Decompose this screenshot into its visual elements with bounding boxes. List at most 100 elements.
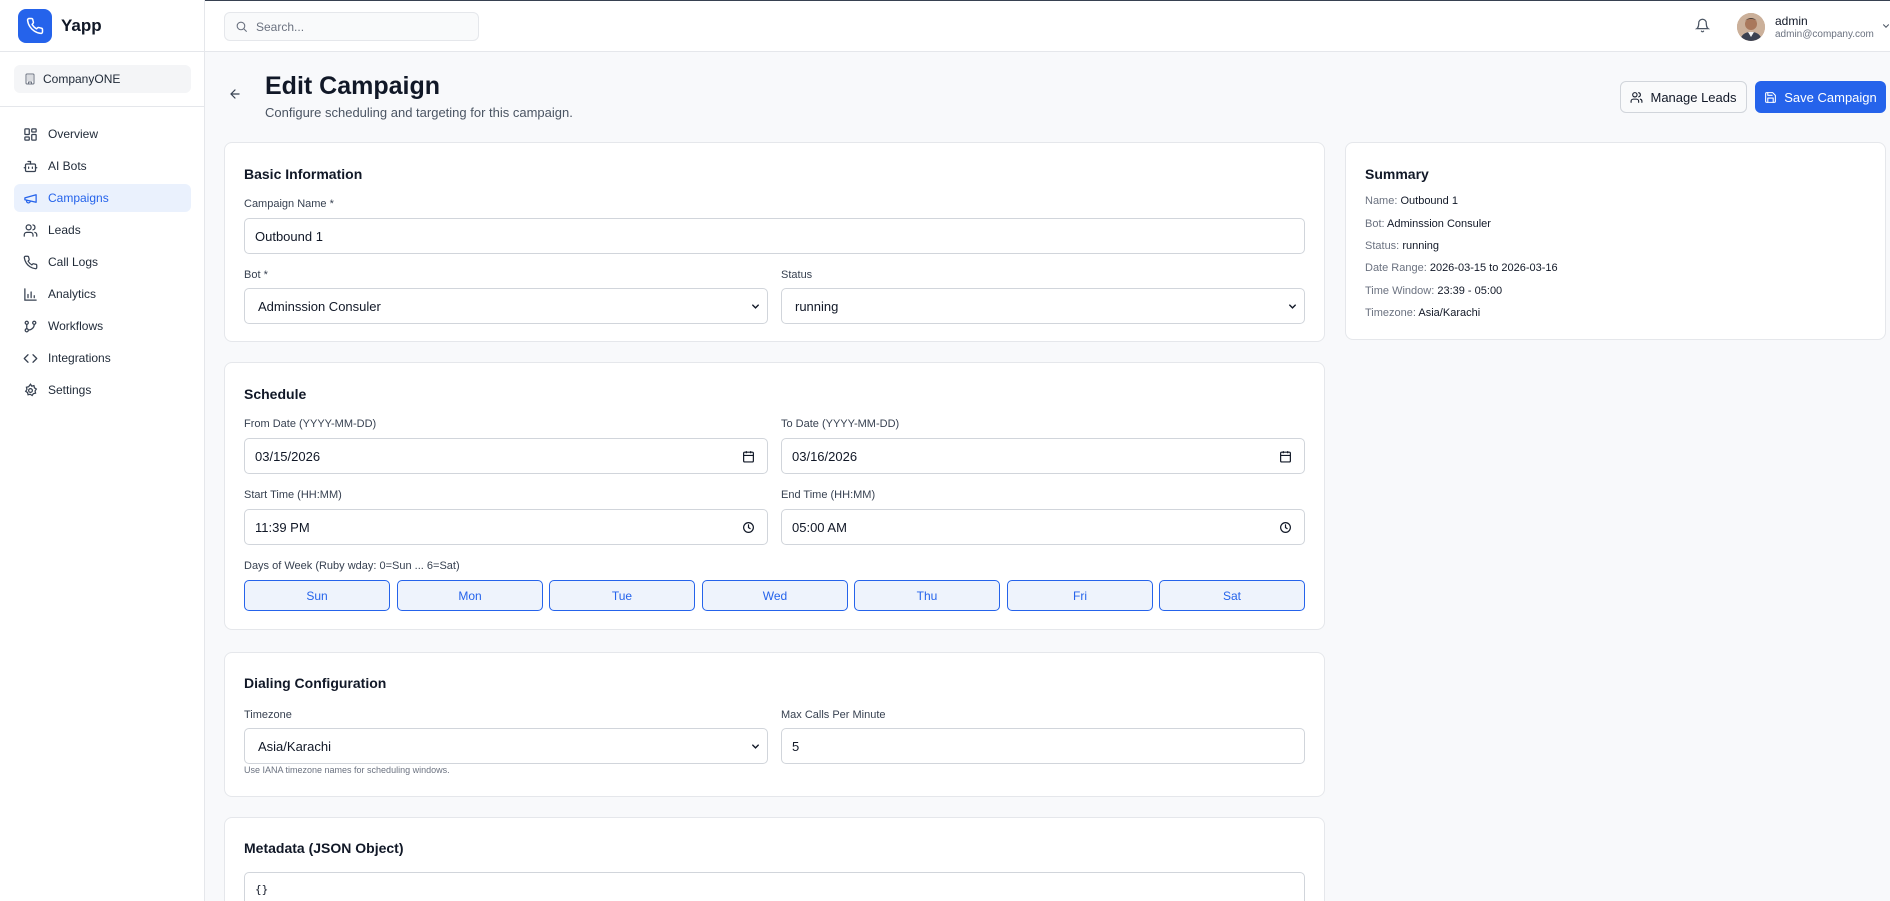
status-label: Status [781,269,813,281]
sidebar-item-label: Overview [48,127,99,141]
calendar-icon[interactable] [742,450,755,463]
sidebar-item-ai-bots[interactable]: AI Bots [14,152,191,180]
arrow-left-icon[interactable] [228,87,242,101]
megaphone-icon [23,191,38,206]
start-time-value: 11:39 PM [255,519,310,535]
brand-name: Yapp [61,16,102,35]
from-date-value: 03/15/2026 [255,448,321,464]
status-select[interactable]: running [781,288,1305,324]
sidebar-item-call-logs[interactable]: Call Logs [14,248,191,276]
sidebar-item-settings[interactable]: Settings [14,376,191,404]
campaign-name-value: Outbound 1 [255,228,323,244]
campaign-name-label: Campaign Name * [244,198,334,210]
card-title: Dialing Configuration [244,675,387,691]
from-date-input[interactable]: 03/15/2026 [244,438,768,474]
user-email: admin@company.com [1775,29,1874,40]
chevron-down-icon [750,301,761,312]
day-toggle-sat[interactable]: Sat [1159,580,1305,611]
day-toggle-fri[interactable]: Fri [1007,580,1153,611]
code-icon [23,351,38,366]
bot-select[interactable]: Adminssion Consuler [244,288,768,324]
metadata-textarea[interactable]: {} [244,872,1305,901]
days-of-week-label: Days of Week (Ruby wday: 0=Sun ... 6=Sat… [244,560,460,572]
search-input[interactable] [256,19,466,34]
users-icon [1630,91,1643,104]
sidebar-item-workflows[interactable]: Workflows [14,312,191,340]
campaign-name-input[interactable]: Outbound 1 [244,218,1305,254]
page-title: Edit Campaign [265,72,441,100]
sidebar: Yapp CompanyONE Overview AI Bots Campaig… [0,0,205,901]
sidebar-item-label: Integrations [48,351,111,365]
card-title: Schedule [244,386,307,402]
sidebar-item-label: Settings [48,383,92,397]
building-icon [24,73,36,85]
to-date-value: 03/16/2026 [792,448,858,464]
search-icon [235,20,248,33]
chevron-down-icon[interactable] [1881,21,1890,31]
user-name: admin [1775,14,1808,28]
manage-leads-button[interactable]: Manage Leads [1620,81,1747,113]
day-toggle-mon[interactable]: Mon [397,580,543,611]
sidebar-item-campaigns[interactable]: Campaigns [14,184,191,212]
sidebar-item-leads[interactable]: Leads [14,216,191,244]
end-time-input[interactable]: 05:00 AM [781,509,1305,545]
timezone-select[interactable]: Asia/Karachi [244,728,768,764]
summary-bot: Bot: Adminssion Consuler [1365,218,1491,230]
day-toggle-thu[interactable]: Thu [854,580,1000,611]
chevron-down-icon [1287,301,1298,312]
end-time-value: 05:00 AM [792,519,847,535]
day-toggle-sun[interactable]: Sun [244,580,390,611]
sidebar-item-label: Analytics [48,287,97,301]
sidebar-item-label: Workflows [48,319,104,333]
start-time-input[interactable]: 11:39 PM [244,509,768,545]
day-toggle-wed[interactable]: Wed [702,580,848,611]
sidebar-item-label: Leads [48,223,81,237]
divider [0,51,205,52]
sidebar-item-integrations[interactable]: Integrations [14,344,191,372]
status-select-value: running [795,298,839,314]
company-switcher[interactable]: CompanyONE [14,65,191,93]
card-title: Metadata (JSON Object) [244,840,404,856]
timezone-select-value: Asia/Karachi [258,738,331,754]
sidebar-item-label: AI Bots [48,159,87,173]
max-calls-input[interactable]: 5 [781,728,1305,764]
sidebar-item-label: Call Logs [48,255,99,269]
chevron-down-icon [750,741,761,752]
bar-chart-icon [23,287,38,302]
company-name: CompanyONE [43,72,121,86]
search-box[interactable] [224,12,479,41]
page-subtitle: Configure scheduling and targeting for t… [265,105,573,120]
phone-logo-icon [18,9,52,43]
sidebar-item-overview[interactable]: Overview [14,120,191,148]
brand[interactable]: Yapp [18,9,102,43]
sidebar-item-analytics[interactable]: Analytics [14,280,191,308]
divider [0,106,205,107]
save-campaign-button[interactable]: Save Campaign [1755,81,1886,113]
from-date-label: From Date (YYYY-MM-DD) [244,418,377,430]
summary-card: Summary Name: Outbound 1 Bot: Adminssion… [1345,142,1886,340]
end-time-label: End Time (HH:MM) [781,489,876,501]
clock-icon[interactable] [1279,521,1292,534]
topbar: admin admin@company.com [205,1,1890,52]
max-calls-label: Max Calls Per Minute [781,709,886,721]
summary-timezone: Timezone: Asia/Karachi [1365,307,1481,319]
clock-icon[interactable] [742,521,755,534]
start-time-label: Start Time (HH:MM) [244,489,342,501]
sidebar-item-label: Campaigns [48,191,109,205]
day-toggle-tue[interactable]: Tue [549,580,695,611]
save-campaign-label: Save Campaign [1784,89,1877,105]
bell-icon[interactable] [1695,18,1710,33]
calendar-icon[interactable] [1279,450,1292,463]
summary-status: Status: running [1365,240,1440,252]
avatar[interactable] [1737,13,1765,41]
summary-date-range: Date Range: 2026-03-15 to 2026-03-16 [1365,262,1558,274]
grid-icon [23,127,38,142]
to-date-label: To Date (YYYY-MM-DD) [781,418,900,430]
phone-icon [23,255,38,270]
metadata-value: {} [255,883,269,896]
to-date-input[interactable]: 03/16/2026 [781,438,1305,474]
workflow-icon [23,319,38,334]
max-calls-value: 5 [792,738,800,754]
sidebar-nav: Overview AI Bots Campaigns Leads Call Lo… [14,120,191,408]
bot-icon [23,159,38,174]
